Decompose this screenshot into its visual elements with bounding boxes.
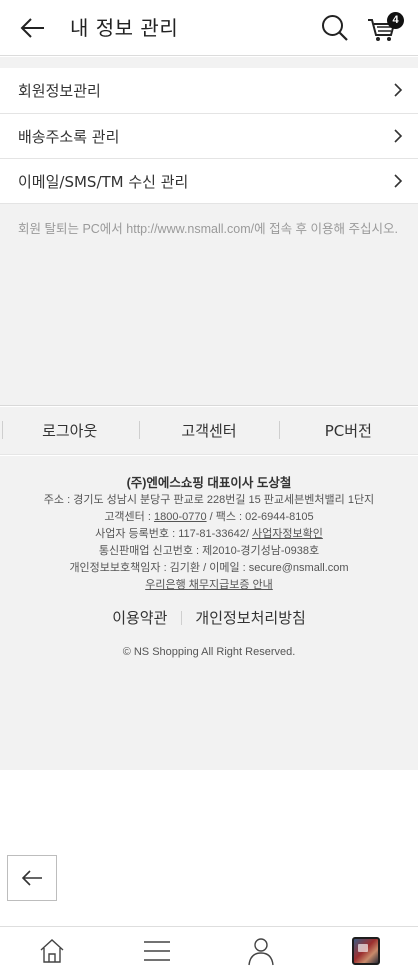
biz-number: 사업자 등록번호 : 117-81-33642/ xyxy=(95,528,253,540)
cs-label: 고객센터 : xyxy=(104,511,154,523)
page-title: 내 정보 관리 xyxy=(70,16,179,40)
copyright: © NS Shopping All Right Reserved. xyxy=(122,646,296,658)
notice-area: 회원 탈퇴는 PC에서 http://www.nsmall.com/에 접속 후… xyxy=(0,203,418,406)
home-icon xyxy=(40,938,64,963)
policy-links: 이용약관 개인정보처리방침 xyxy=(0,608,418,628)
cart-button[interactable]: 4 xyxy=(366,12,404,44)
privacy-policy-link[interactable]: 개인정보처리방침 xyxy=(181,608,319,628)
fax-text: / 팩스 : 02-6944-8105 xyxy=(206,511,314,523)
cart-count-badge: 4 xyxy=(387,12,404,29)
menu-item-label: 배송주소록 관리 xyxy=(18,127,120,146)
tab-recent-viewed[interactable] xyxy=(314,927,418,974)
arrow-left-icon xyxy=(21,870,42,886)
quick-links: 로그아웃 고객센터 PC버전 xyxy=(0,407,418,455)
chevron-right-icon xyxy=(394,129,403,143)
telesales-number: 통신판매업 신고번호 : 제2010-경기성남-0938호 xyxy=(98,545,320,557)
back-button[interactable] xyxy=(18,14,48,42)
person-icon xyxy=(248,937,274,965)
tab-menu[interactable] xyxy=(105,927,210,974)
tab-home[interactable] xyxy=(0,927,105,974)
terms-link[interactable]: 이용약관 xyxy=(98,608,181,628)
section-divider xyxy=(0,57,418,68)
biz-line: 사업자 등록번호 : 117-81-33642/ 사업자정보확인 xyxy=(0,526,418,543)
chevron-right-icon xyxy=(394,83,403,97)
menu-item-label: 이메일/SMS/TM 수신 관리 xyxy=(18,172,189,191)
search-icon xyxy=(322,15,348,41)
customer-center-link[interactable]: 고객센터 xyxy=(139,407,278,454)
floating-back-button[interactable] xyxy=(7,855,57,901)
tab-my-page[interactable] xyxy=(209,927,314,974)
footer: (주)엔에스쇼핑 대표이사 도상철 주소 : 경기도 성남시 분당구 판교로 2… xyxy=(0,456,418,770)
pc-version-link[interactable]: PC버전 xyxy=(278,407,418,454)
menu-item-member-info[interactable]: 회원정보관리 xyxy=(0,68,418,113)
withdrawal-notice: 회원 탈퇴는 PC에서 http://www.nsmall.com/에 접속 후… xyxy=(18,222,398,236)
bottom-tab-bar xyxy=(0,926,418,974)
account-menu: 회원정보관리 배송주소록 관리 이메일/SMS/TM 수신 관리 xyxy=(0,68,418,203)
company-address: 주소 : 경기도 성남시 분당구 판교로 228번길 15 판교세븐벤처밸리 1… xyxy=(43,494,375,506)
app-header: 내 정보 관리 4 xyxy=(0,0,418,56)
arrow-left-icon xyxy=(20,18,44,38)
menu-item-label: 회원정보관리 xyxy=(18,82,101,100)
search-button[interactable] xyxy=(320,13,350,43)
biz-check-link[interactable]: 사업자정보확인 xyxy=(252,528,323,540)
contact-line: 고객센터 : 1800-0770 / 팩스 : 02-6944-8105 xyxy=(0,509,418,526)
chevron-right-icon xyxy=(394,174,403,188)
recent-product-thumbnail xyxy=(351,936,380,965)
menu-item-address-book[interactable]: 배송주소록 관리 xyxy=(0,113,418,158)
menu-item-subscription[interactable]: 이메일/SMS/TM 수신 관리 xyxy=(0,158,418,203)
privacy-officer: 개인정보보호책임자 : 김기환 / 이메일 : secure@nsmall.co… xyxy=(69,562,349,574)
hamburger-icon xyxy=(143,940,170,961)
cs-phone-link[interactable]: 1800-0770 xyxy=(154,511,207,523)
logout-link[interactable]: 로그아웃 xyxy=(0,407,139,454)
company-name: (주)엔에스쇼핑 대표이사 도상철 xyxy=(126,476,292,490)
escrow-link[interactable]: 우리은행 채무지급보증 안내 xyxy=(145,579,273,591)
